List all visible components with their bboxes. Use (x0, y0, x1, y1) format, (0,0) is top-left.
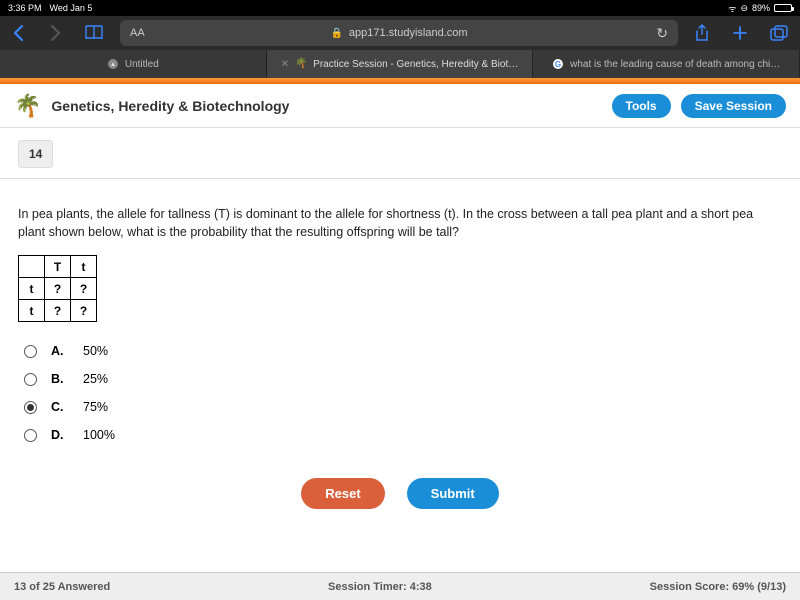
punnett-col-1: T (45, 256, 71, 278)
status-time: 3:36 PM (8, 3, 42, 13)
session-timer: Session Timer: 4:38 (328, 581, 432, 593)
answer-label: B. (51, 372, 69, 386)
svg-text:G: G (555, 60, 561, 69)
answer-option-a[interactable]: A. 50% (24, 344, 782, 358)
answer-option-b[interactable]: B. 25% (24, 372, 782, 386)
tools-button[interactable]: Tools (612, 94, 671, 118)
tab-label: Untitled (125, 59, 159, 70)
answer-label: C. (51, 400, 69, 414)
url-host: app171.studyisland.com (349, 27, 468, 39)
studyisland-icon: 🌴 (295, 58, 307, 70)
logo-icon: 🌴 (14, 93, 41, 119)
tabs-button[interactable] (764, 25, 794, 41)
answer-list: A. 50% B. 25% C. 75% D. 100% (24, 344, 782, 442)
punnett-cell: ? (45, 300, 71, 322)
punnett-row-1: t (19, 278, 45, 300)
answer-option-d[interactable]: D. 100% (24, 428, 782, 442)
google-icon: G (552, 58, 564, 70)
submit-button[interactable]: Submit (407, 478, 499, 509)
page-header: 🌴 Genetics, Heredity & Biotechnology Too… (0, 84, 800, 128)
browser-toolbar: AA 🔒 app171.studyisland.com ↻ (0, 16, 800, 50)
battery-pct: 89% (752, 3, 770, 13)
question-number: 14 (18, 140, 53, 168)
tab-google-search[interactable]: G what is the leading cause of death amo… (533, 50, 800, 78)
close-tab-icon[interactable]: ✕ (281, 59, 289, 70)
orientation-lock-icon: ⊖ (740, 3, 748, 14)
tab-label: Practice Session - Genetics, Heredity & … (313, 59, 518, 70)
answer-text: 50% (83, 344, 108, 358)
address-bar[interactable]: AA 🔒 app171.studyisland.com ↻ (120, 20, 678, 46)
question-text: In pea plants, the allele for tallness (… (18, 205, 758, 241)
punnett-cell-blank (19, 256, 45, 278)
nav-back-button[interactable] (6, 24, 32, 42)
page-title: Genetics, Heredity & Biotechnology (51, 98, 601, 114)
tab-label: what is the leading cause of death among… (570, 59, 780, 70)
divider (0, 178, 800, 179)
session-score: Session Score: 69% (9/13) (650, 581, 786, 593)
tab-strip: Untitled ✕ 🌴 Practice Session - Genetics… (0, 50, 800, 78)
punnett-row-2: t (19, 300, 45, 322)
tab-practice-session[interactable]: ✕ 🌴 Practice Session - Genetics, Heredit… (267, 50, 534, 78)
bookmarks-icon[interactable] (78, 25, 110, 41)
punnett-cell: ? (71, 278, 97, 300)
content-area: 14 In pea plants, the allele for tallnes… (0, 128, 800, 572)
answer-label: D. (51, 428, 69, 442)
share-button[interactable] (688, 24, 716, 42)
answer-text: 100% (83, 428, 115, 442)
wifi-icon: ᯤ (728, 2, 736, 15)
compass-icon (107, 58, 119, 70)
answered-count: 13 of 25 Answered (14, 581, 110, 593)
radio-icon[interactable] (24, 401, 37, 414)
answer-option-c[interactable]: C. 75% (24, 400, 782, 414)
punnett-col-2: t (71, 256, 97, 278)
new-tab-button[interactable] (726, 25, 754, 41)
status-date: Wed Jan 5 (50, 3, 93, 13)
action-row: Reset Submit (18, 478, 782, 509)
radio-icon[interactable] (24, 373, 37, 386)
reset-button[interactable]: Reset (301, 478, 384, 509)
punnett-square: T t t ? ? t ? ? (18, 255, 97, 322)
text-size-button[interactable]: AA (130, 27, 145, 39)
answer-text: 75% (83, 400, 108, 414)
answer-label: A. (51, 344, 69, 358)
punnett-cell: ? (45, 278, 71, 300)
punnett-cell: ? (71, 300, 97, 322)
radio-icon[interactable] (24, 429, 37, 442)
reload-button[interactable]: ↻ (656, 25, 668, 42)
tab-untitled[interactable]: Untitled (0, 50, 267, 78)
footer-bar: 13 of 25 Answered Session Timer: 4:38 Se… (0, 572, 800, 600)
answer-text: 25% (83, 372, 108, 386)
radio-icon[interactable] (24, 345, 37, 358)
lock-icon: 🔒 (330, 28, 342, 39)
save-session-button[interactable]: Save Session (681, 94, 786, 118)
status-bar: 3:36 PM Wed Jan 5 ᯤ ⊖ 89% (0, 0, 800, 16)
battery-icon (774, 4, 792, 12)
nav-forward-button (42, 24, 68, 42)
